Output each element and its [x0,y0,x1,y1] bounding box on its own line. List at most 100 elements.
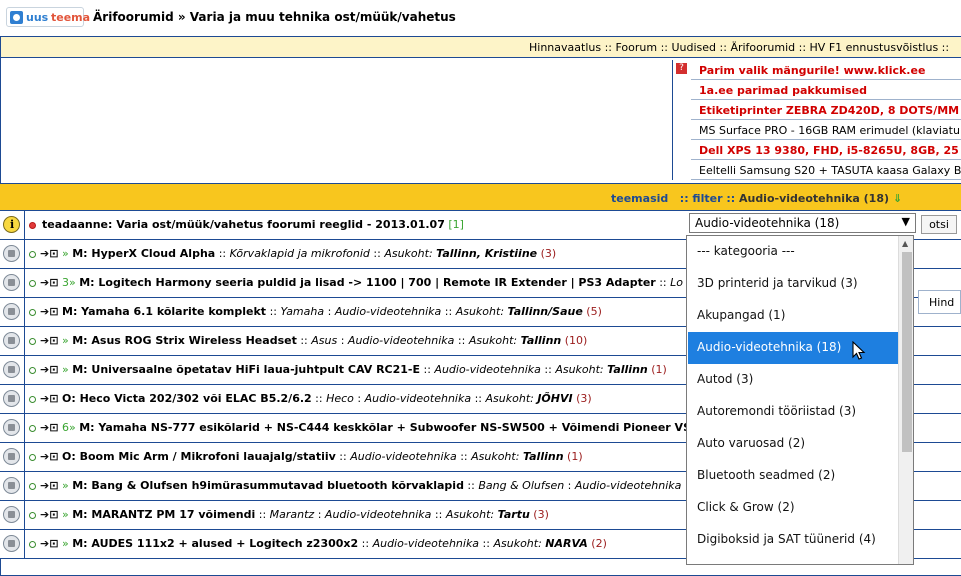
dropdown-scrollbar[interactable]: ▲ [898,236,913,564]
topic-title[interactable]: M: HyperX Cloud Alpha [72,247,215,260]
topic-text[interactable]: » M: MARANTZ PM 17 võimendi :: Marantz :… [62,508,549,521]
topic-status-icon [3,390,20,407]
page-marker[interactable]: 3» [62,276,76,289]
topic-category: Audio-videotehnika [372,537,480,550]
page-marker[interactable]: » [62,247,69,260]
topic-text[interactable]: » M: Asus ROG Strix Wireless Headset :: … [62,334,587,347]
scroll-up-icon[interactable]: ▲ [902,239,908,248]
row-divider [24,211,25,239]
topic-title[interactable]: M: Yamaha 6.1 kõlarite komplekt [62,305,266,318]
topic-title[interactable]: M: AUDES 111x2 + alused + Logitech z2300… [72,537,358,550]
ad-link[interactable]: 1a.ee parimad pakkumised [691,80,961,100]
topic-title[interactable]: M: Bang & Olufsen h9imürasummutavad blue… [72,479,464,492]
reply-count: (3) [533,508,549,521]
topic-text[interactable]: » M: Universaalne õpetatav HiFi laua-juh… [62,363,667,376]
dropdown-scroll-thumb[interactable] [902,252,912,452]
topic-title[interactable]: M: Logitech Harmony seeria puldid ja lis… [79,276,656,289]
page-marker[interactable]: » [62,334,69,347]
ad-link[interactable]: Etiketiprinter ZEBRA ZD420D, 8 DOTS/MM [691,100,961,120]
category-option[interactable]: Bluetooth seadmed (2) [688,460,898,492]
site-logo[interactable]: uus teema [6,7,90,27]
location-label: Asukoht: [455,305,505,318]
page-marker[interactable]: » [62,537,69,550]
category-option[interactable]: Auto varuosad (2) [688,428,898,460]
ad-link[interactable]: Parim valik mängurile! www.klick.ee [691,60,961,80]
topic-text[interactable]: » M: AUDES 111x2 + alused + Logitech z23… [62,537,607,550]
unread-dot-icon [29,367,36,374]
category-option[interactable]: Click & Grow (2) [688,492,898,524]
topic-text[interactable]: 6» M: Yamaha NS-777 esikõlarid + NS-C444… [62,421,702,434]
topic-title[interactable]: M: MARANTZ PM 17 võimendi [72,508,255,521]
goto-post-icon[interactable]: ➔⊡ [40,334,58,347]
logo-text-teema: teema [51,11,91,24]
goto-post-icon[interactable]: ➔⊡ [40,450,58,463]
goto-post-icon[interactable]: ➔⊡ [40,479,58,492]
location-label: Asukoht: [445,508,495,521]
category-option[interactable]: Digiboksid ja SAT tüünerid (4) [688,524,898,556]
category-dropdown-list[interactable]: Digiboksid ja SAT tüünerid (4) Click & Gr… [686,235,914,565]
breadcrumb[interactable]: Ärifoorumid » Varia ja muu tehnika ost/m… [93,10,456,24]
filter-link[interactable]: :: filter :: [680,192,735,205]
topic-status-icon [3,245,20,262]
category-select-value: Audio-videotehnika (18) [695,216,840,230]
category-option[interactable]: --- kategooria --- [688,236,898,268]
goto-post-icon[interactable]: ➔⊡ [40,392,58,405]
unread-dot-icon [29,251,36,258]
goto-post-icon[interactable]: ➔⊡ [40,305,58,318]
topic-category: Audio-videotehnika [364,392,472,405]
unread-dot-icon [29,483,36,490]
category-option[interactable]: Autoremondi tööriistad (3) [688,396,898,428]
reply-count: (1) [651,363,667,376]
topic-text[interactable]: teadaanne: Varia ost/müük/vahetus foorum… [42,218,464,231]
topic-text[interactable]: » M: HyperX Cloud Alpha :: Kõrvaklapid j… [62,247,556,260]
topic-text[interactable]: » M: Bang & Olufsen h9imürasummutavad bl… [62,479,681,492]
topic-text[interactable]: M: Yamaha 6.1 kõlarite komplekt :: Yamah… [62,305,602,318]
topics-link[interactable]: teemasid [611,192,668,205]
topic-title[interactable]: teadaanne: Varia ost/müük/vahetus foorum… [42,218,445,231]
topic-title[interactable]: M: Universaalne õpetatav HiFi laua-juhtp… [72,363,420,376]
reply-count: [1] [448,218,464,231]
topic-text[interactable]: 3» M: Logitech Harmony seeria puldid ja … [62,276,683,289]
goto-post-icon[interactable]: ➔⊡ [40,508,58,521]
ad-link[interactable]: Dell XPS 13 9380, FHD, i5-8265U, 8GB, 25 [691,140,961,160]
category-option[interactable]: 3D printerid ja tarvikud (3) [688,268,898,300]
filter-arrow-icon[interactable]: ⇓ [893,192,902,205]
location-label: Asukoht: [468,334,518,347]
ad-close-icon[interactable]: ? [676,63,687,74]
reply-count: (1) [567,450,583,463]
ad-link[interactable]: MS Surface PRO - 16GB RAM erimudel (klav… [691,120,961,140]
goto-post-icon[interactable]: ➔⊡ [40,363,58,376]
topic-status-icon [3,477,20,494]
ad-link[interactable]: Eeltelli Samsung S20 + TASUTA kaasa Gala… [691,160,961,180]
top-nav-links[interactable]: Hinnavaatlus :: Foorum :: Uudised :: Äri… [529,41,949,54]
reply-count: (3) [540,247,557,260]
goto-post-icon[interactable]: ➔⊡ [40,537,58,550]
topic-title[interactable]: O: Heco Victa 202/302 või ELAC B5.2/6.2 [62,392,312,405]
unread-dot-icon [29,338,36,345]
location-label: Asukoht: [555,363,604,376]
topic-category: Audio-videotehnika [324,508,432,521]
page-marker[interactable]: » [62,363,69,376]
page-marker[interactable]: » [62,479,69,492]
page-marker[interactable]: » [62,508,69,521]
search-button[interactable]: otsi [921,215,957,234]
goto-post-icon[interactable]: ➔⊡ [40,421,58,434]
topic-text[interactable]: O: Boom Mic Arm / Mikrofoni lauajalg/sta… [62,450,583,463]
chevron-down-icon: ▼ [901,215,910,228]
category-option[interactable]: Akupangad (1) [688,300,898,332]
category-option[interactable]: Audio-videotehnika (18) [688,332,898,364]
price-column-header[interactable]: Hind [918,290,961,314]
topic-title[interactable]: O: Boom Mic Arm / Mikrofoni lauajalg/sta… [62,450,336,463]
category-select[interactable]: Audio-videotehnika (18) ▼ [689,213,916,233]
row-divider [24,443,25,471]
topic-title[interactable]: M: Yamaha NS-777 esikõlarid + NS-C444 ke… [79,421,691,434]
goto-post-icon[interactable]: ➔⊡ [40,276,58,289]
unread-dot-icon [29,425,36,432]
row-divider [24,298,25,326]
goto-post-icon[interactable]: ➔⊡ [40,247,58,260]
topic-text[interactable]: O: Heco Victa 202/302 või ELAC B5.2/6.2 … [62,392,592,405]
category-option[interactable]: Autod (3) [688,364,898,396]
top-navigation: Hinnavaatlus :: Foorum :: Uudised :: Äri… [1,37,961,58]
topic-title[interactable]: M: Asus ROG Strix Wireless Headset [72,334,297,347]
page-marker[interactable]: 6» [62,421,76,434]
